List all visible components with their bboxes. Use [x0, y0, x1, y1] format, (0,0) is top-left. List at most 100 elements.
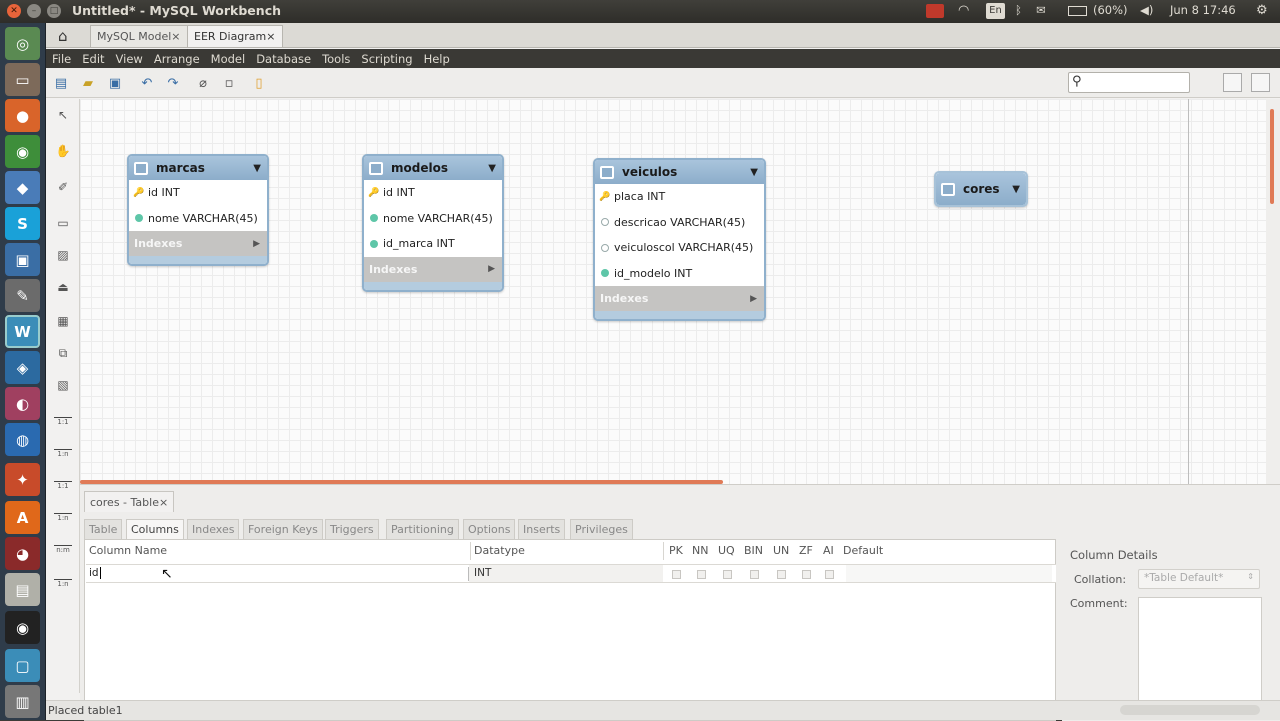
- menu-view[interactable]: View: [116, 52, 143, 66]
- menu-model[interactable]: Model: [211, 52, 246, 66]
- table-veiculos[interactable]: veiculos ▼ 🔑 placa INT descricao VARCHAR(4…: [593, 158, 766, 321]
- gimp-icon[interactable]: ◕: [5, 537, 40, 570]
- battery-icon[interactable]: [1068, 6, 1087, 16]
- header-pk[interactable]: PK: [669, 544, 683, 557]
- firefox-icon[interactable]: ●: [5, 99, 40, 132]
- new-document-icon[interactable]: ▤: [52, 74, 70, 92]
- table-cores[interactable]: cores ▼: [934, 171, 1028, 207]
- relationship-1-n-icon[interactable]: 1:n: [52, 443, 74, 463]
- save-icon[interactable]: ▣: [106, 74, 124, 92]
- table-modelos[interactable]: modelos ▼ 🔑 id INT nome VARCHAR(45) id_mar…: [362, 154, 504, 292]
- menu-tools[interactable]: Tools: [322, 52, 350, 66]
- close-window-icon[interactable]: ✕: [7, 4, 21, 18]
- table-header[interactable]: marcas ▼: [129, 156, 267, 180]
- image-tool-icon[interactable]: ⏏: [52, 277, 74, 297]
- relationship-existing-columns-icon[interactable]: 1:n: [52, 573, 74, 593]
- note-tool-icon[interactable]: ▨: [52, 245, 74, 265]
- dash-home-icon[interactable]: ◎: [5, 27, 40, 60]
- column-name-cell[interactable]: id: [89, 567, 469, 581]
- routine-group-tool-icon[interactable]: ▧: [52, 375, 74, 395]
- close-tab-icon[interactable]: ×: [171, 30, 180, 43]
- thunderbird-icon[interactable]: ◆: [5, 171, 40, 204]
- collapse-arrow-icon[interactable]: ▼: [253, 163, 261, 174]
- table-header[interactable]: cores ▼: [936, 173, 1026, 205]
- tab-mysql-model[interactable]: MySQL Model×: [90, 25, 188, 47]
- columns-grid[interactable]: Column Name Datatype PK NN UQ BIN UN ZF …: [84, 539, 1056, 721]
- chrome-icon[interactable]: ◉: [5, 135, 40, 168]
- pointer-tool-icon[interactable]: ↖: [52, 105, 74, 125]
- bin-checkbox[interactable]: [750, 570, 759, 579]
- bluetooth-icon[interactable]: ᛒ: [1015, 3, 1022, 17]
- scroll-thumb[interactable]: [1270, 109, 1274, 204]
- tab-columns[interactable]: Columns: [126, 519, 184, 539]
- header-nn[interactable]: NN: [692, 544, 708, 557]
- column-row[interactable]: 🔑 placa INT: [595, 184, 764, 210]
- tools-icon[interactable]: ✦: [5, 463, 40, 496]
- column-row[interactable]: nome VARCHAR(45): [129, 205, 267, 231]
- record-icon[interactable]: [926, 4, 944, 18]
- zf-checkbox[interactable]: [802, 570, 811, 579]
- header-ai[interactable]: AI: [823, 544, 834, 557]
- open-folder-icon[interactable]: ▰: [79, 74, 97, 92]
- editor-tab-cores[interactable]: cores - Table×: [84, 491, 175, 512]
- tab-inserts[interactable]: Inserts: [518, 519, 566, 539]
- expand-arrow-icon[interactable]: ▶: [253, 239, 260, 249]
- indexes-section[interactable]: Indexes ▶: [364, 256, 502, 282]
- column-row[interactable]: descricao VARCHAR(45): [595, 209, 764, 235]
- ai-checkbox[interactable]: [825, 570, 834, 579]
- document-icon[interactable]: ▢: [5, 649, 40, 682]
- hand-tool-icon[interactable]: ✋: [52, 141, 74, 161]
- volume-icon[interactable]: ◀): [1140, 3, 1153, 17]
- expand-arrow-icon[interactable]: ▶: [750, 294, 757, 304]
- toggle-secondary-sidebar-icon[interactable]: [1251, 73, 1270, 92]
- column-row[interactable]: 🔑 id INT: [129, 180, 267, 206]
- menu-scripting[interactable]: Scripting: [361, 52, 412, 66]
- menu-edit[interactable]: Edit: [82, 52, 104, 66]
- minimize-window-icon[interactable]: –: [27, 4, 41, 18]
- view-tool-icon[interactable]: ⧉: [52, 343, 74, 363]
- tab-partitioning[interactable]: Partitioning: [386, 519, 459, 539]
- column-row[interactable]: 🔑 id INT: [364, 180, 502, 206]
- relationship-n-m-icon[interactable]: n:m: [52, 539, 74, 559]
- skype-icon[interactable]: S: [5, 207, 40, 240]
- collapse-arrow-icon[interactable]: ▼: [1012, 184, 1020, 195]
- maximize-window-icon[interactable]: □: [47, 4, 61, 18]
- default-cell[interactable]: [846, 565, 1052, 582]
- collation-select[interactable]: *Table Default* ⇕: [1138, 569, 1260, 589]
- collapse-arrow-icon[interactable]: ▼: [488, 163, 496, 174]
- relationship-1-1-identifying-icon[interactable]: 1:1: [52, 475, 74, 495]
- header-zf[interactable]: ZF: [799, 544, 813, 557]
- globe-icon[interactable]: ◍: [5, 423, 40, 456]
- column-row[interactable]: id_modelo INT: [595, 260, 764, 286]
- align-grid-icon[interactable]: ▫: [220, 74, 238, 92]
- relationship-1-n-identifying-icon[interactable]: 1:n: [52, 507, 74, 527]
- column-row[interactable]: veiculoscol VARCHAR(45): [595, 235, 764, 261]
- trash-icon[interactable]: ▥: [5, 685, 40, 718]
- datatype-cell[interactable]: INT: [469, 565, 663, 582]
- collapse-arrow-icon[interactable]: ▼: [750, 167, 758, 178]
- pk-checkbox[interactable]: [672, 570, 681, 579]
- mail-icon[interactable]: ✉: [1036, 3, 1046, 17]
- clock[interactable]: Jun 8 17:46: [1170, 3, 1236, 17]
- software-center-icon[interactable]: A: [5, 501, 40, 534]
- wifi-icon[interactable]: ◠: [958, 3, 969, 18]
- un-checkbox[interactable]: [777, 570, 786, 579]
- canvas-vertical-scrollbar[interactable]: [1266, 99, 1280, 484]
- header-datatype[interactable]: Datatype: [474, 544, 525, 557]
- eer-diagram-canvas[interactable]: marcas ▼ 🔑 id INT nome VARCHAR(45) Indexes…: [80, 99, 1266, 484]
- header-column-name[interactable]: Column Name: [89, 544, 167, 557]
- menu-database[interactable]: Database: [256, 52, 311, 66]
- nn-checkbox[interactable]: [697, 570, 706, 579]
- column-row[interactable]: nome VARCHAR(45): [364, 205, 502, 231]
- database-tool-icon[interactable]: ◈: [5, 351, 40, 384]
- eraser-tool-icon[interactable]: ✐: [52, 177, 74, 197]
- menu-arrange[interactable]: Arrange: [154, 52, 200, 66]
- home-icon[interactable]: ⌂: [58, 27, 68, 45]
- header-default[interactable]: Default: [843, 544, 883, 557]
- search-input[interactable]: ⚲: [1068, 72, 1190, 93]
- files-icon[interactable]: ▭: [5, 63, 40, 96]
- tab-table[interactable]: Table: [84, 519, 123, 539]
- relationship-1-1-icon[interactable]: 1:1: [52, 411, 74, 431]
- expand-arrow-icon[interactable]: ▶: [488, 264, 495, 274]
- tab-eer-diagram[interactable]: EER Diagram×: [187, 25, 283, 47]
